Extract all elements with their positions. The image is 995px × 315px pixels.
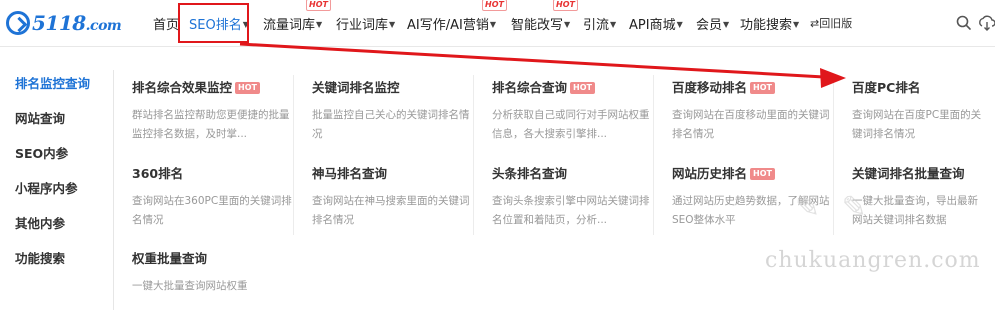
- watermark-calligraphy: ✎ ✎: [795, 190, 873, 225]
- watermark-text: chukuangren.com: [765, 248, 981, 273]
